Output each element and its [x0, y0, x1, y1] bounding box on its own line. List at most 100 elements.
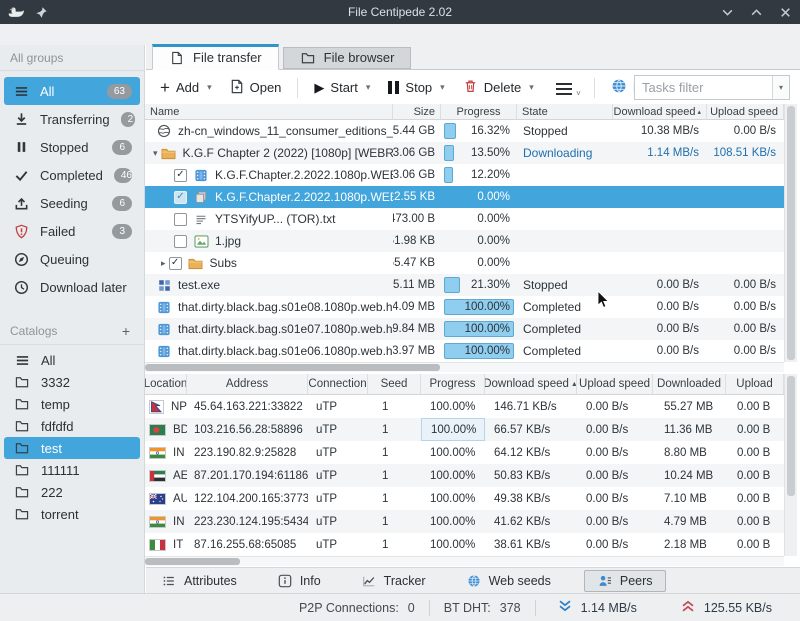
sidebar-group-item[interactable]: Queuing [4, 245, 140, 273]
connection-cell: uTP [308, 418, 368, 441]
transfer-row[interactable]: that.dirty.black.bag.s01e08.1080p.web.h2… [145, 296, 784, 318]
name-cell: YTSYifyUP... (TOR).txt [145, 208, 393, 230]
detail-tab[interactable]: Attributes [154, 570, 244, 592]
transfer-row[interactable]: test.exe 85.11 MB 21.30% Stopped 0.00 B/… [145, 274, 784, 296]
scrollbar-thumb[interactable] [787, 106, 795, 360]
delete-button[interactable]: Delete ▾ [457, 75, 540, 100]
peers-horizontal-scrollbar[interactable] [145, 556, 784, 566]
column-header-progress[interactable]: Progress [441, 104, 517, 120]
peer-row[interactable]: BD 103.216.56.28:58896 uTP 1 100.00% 66.… [145, 418, 784, 441]
row-checkbox[interactable] [174, 213, 187, 226]
catalog-item[interactable]: 222 [4, 481, 140, 503]
detail-tab[interactable]: Web seeds [459, 570, 558, 592]
main-tab[interactable]: File browser [283, 47, 412, 69]
column-header-downloaded[interactable]: Downloaded [653, 374, 726, 395]
delete-label: Delete [484, 80, 522, 95]
menu-item[interactable] [58, 33, 76, 37]
menu-item[interactable] [40, 33, 58, 37]
transfer-row[interactable]: zh-cn_windows_11_consumer_editions_upd⋯ … [145, 120, 784, 142]
column-header-address[interactable]: Address [187, 374, 308, 395]
transfer-row[interactable]: ▸ ✓ Subs 255.47 KB 0.00% [145, 252, 784, 274]
sidebar-group-item[interactable]: Transferring 2 [4, 105, 140, 133]
seed-cell: 1 [368, 418, 421, 441]
column-header-progress[interactable]: Progress [421, 374, 485, 395]
column-header-upload-speed[interactable]: Upload speed [707, 104, 784, 120]
transfer-row[interactable]: ✓ K.G.F.Chapter.2.2022.1080p.WEBRip.x⋯ 1… [145, 186, 784, 208]
column-header-state[interactable]: State [517, 104, 613, 120]
column-header-name[interactable]: Name [145, 104, 393, 120]
sidebar-group-item[interactable]: Completed 46 [4, 161, 140, 189]
peer-row[interactable]: AE 87.201.170.194:61186 uTP 1 100.00% 50… [145, 464, 784, 487]
main-tab[interactable]: File transfer [152, 44, 279, 70]
expand-arrow-icon[interactable]: ▾ [153, 148, 158, 159]
peer-row[interactable]: IN 223.190.82.9:25828 uTP 1 100.00% 64.1… [145, 441, 784, 464]
peers-icon [597, 574, 613, 588]
address-cell: 223.230.124.195:54348 [187, 510, 308, 533]
catalog-item[interactable]: temp [4, 393, 140, 415]
transfer-row[interactable]: that.dirty.black.bag.s01e07.1080p.web.h2… [145, 318, 784, 340]
scrollbar-thumb[interactable] [787, 376, 795, 496]
detail-tab[interactable]: Tracker [354, 570, 433, 592]
sidebar-group-item[interactable]: Failed 3 [4, 217, 140, 245]
peer-row[interactable]: AU 122.104.200.165:37738 uTP 1 100.00% 4… [145, 487, 784, 510]
maximize-button[interactable] [750, 6, 763, 19]
peer-row[interactable]: IT 87.16.255.68:65085 uTP 1 100.00% 38.6… [145, 533, 784, 556]
menu-item[interactable] [22, 33, 40, 37]
transfer-row[interactable]: 1.jpg 51.98 KB 0.00% [145, 230, 784, 252]
row-checkbox[interactable]: ✓ [174, 191, 187, 204]
catalog-item[interactable]: test [4, 437, 140, 459]
column-header-download-speed[interactable]: Download speed▴ [613, 104, 707, 120]
minimize-button[interactable] [721, 6, 734, 19]
stop-button[interactable]: Stop ▾ [382, 77, 450, 98]
transfer-row[interactable]: that.dirty.black.bag.s01e06.1080p.web.h2… [145, 340, 784, 362]
filter-dropdown-button[interactable]: ▾ [772, 76, 789, 99]
sidebar-group-item[interactable]: Stopped 6 [4, 133, 140, 161]
sidebar-group-item[interactable]: All 63 [4, 77, 140, 105]
file-name: test.exe [178, 278, 220, 292]
add-button[interactable]: + Add ▾ [154, 77, 218, 98]
expand-arrow-icon[interactable]: ▸ [161, 258, 166, 269]
row-checkbox[interactable]: ✓ [174, 169, 187, 182]
sidebar-group-item[interactable]: Download later [4, 273, 140, 301]
transfer-vertical-scrollbar[interactable] [784, 104, 797, 362]
column-header-size[interactable]: Size [393, 104, 441, 120]
more-menu-button[interactable]: ˅ [550, 78, 578, 98]
peer-row[interactable]: IN 223.230.124.195:54348 uTP 1 100.00% 4… [145, 510, 784, 533]
row-checkbox[interactable] [174, 235, 187, 248]
menu-item[interactable] [76, 33, 94, 37]
column-header-uploaded[interactable]: Upload [726, 374, 784, 395]
state-cell [517, 186, 613, 208]
column-header-download-speed[interactable]: Download speed▲ [485, 374, 577, 395]
state-cell [517, 164, 613, 186]
catalog-item[interactable]: All [4, 349, 140, 371]
column-header-upload-speed[interactable]: Upload speed [577, 374, 653, 395]
peer-row[interactable]: NP 45.64.163.221:33822 uTP 1 100.00% 146… [145, 395, 784, 418]
catalog-item[interactable]: torrent [4, 503, 140, 525]
column-header-connection[interactable]: Connection [308, 374, 368, 395]
pin-icon[interactable] [35, 6, 48, 19]
address-cell: 223.190.82.9:25828 [187, 441, 308, 464]
transfer-row[interactable]: ▾ K.G.F Chapter 2 (2022) [1080p] [WEBRip… [145, 142, 784, 164]
tasks-filter-input[interactable] [635, 76, 772, 99]
close-button[interactable] [779, 6, 792, 19]
column-header-location[interactable]: Location [145, 374, 187, 395]
catalog-item[interactable]: fdfdfd [4, 415, 140, 437]
catalog-item[interactable]: 111111 [4, 459, 140, 481]
p2p-connections: P2P Connections: 0 [299, 601, 415, 615]
row-checkbox[interactable]: ✓ [169, 257, 182, 270]
menu-item[interactable] [4, 33, 22, 37]
catalog-item[interactable]: 3332 [4, 371, 140, 393]
detail-tab[interactable]: Peers [584, 570, 666, 592]
column-header-seed[interactable]: Seed [368, 374, 421, 395]
scrollbar-thumb[interactable] [145, 364, 440, 371]
peers-vertical-scrollbar[interactable] [784, 374, 797, 556]
scrollbar-thumb[interactable] [145, 558, 240, 565]
transfer-row[interactable]: ✓ K.G.F.Chapter.2.2022.1080p.WEBRip.x⋯ 3… [145, 164, 784, 186]
transfer-horizontal-scrollbar[interactable] [145, 362, 784, 372]
transfer-row[interactable]: YTSYifyUP... (TOR).txt 473.00 B 0.00% [145, 208, 784, 230]
add-catalog-button[interactable]: + [118, 323, 134, 339]
open-button[interactable]: Open [224, 76, 288, 100]
detail-tab[interactable]: Info [270, 570, 328, 592]
start-button[interactable]: ▶ Start ▾ [308, 77, 376, 99]
sidebar-group-item[interactable]: Seeding 6 [4, 189, 140, 217]
